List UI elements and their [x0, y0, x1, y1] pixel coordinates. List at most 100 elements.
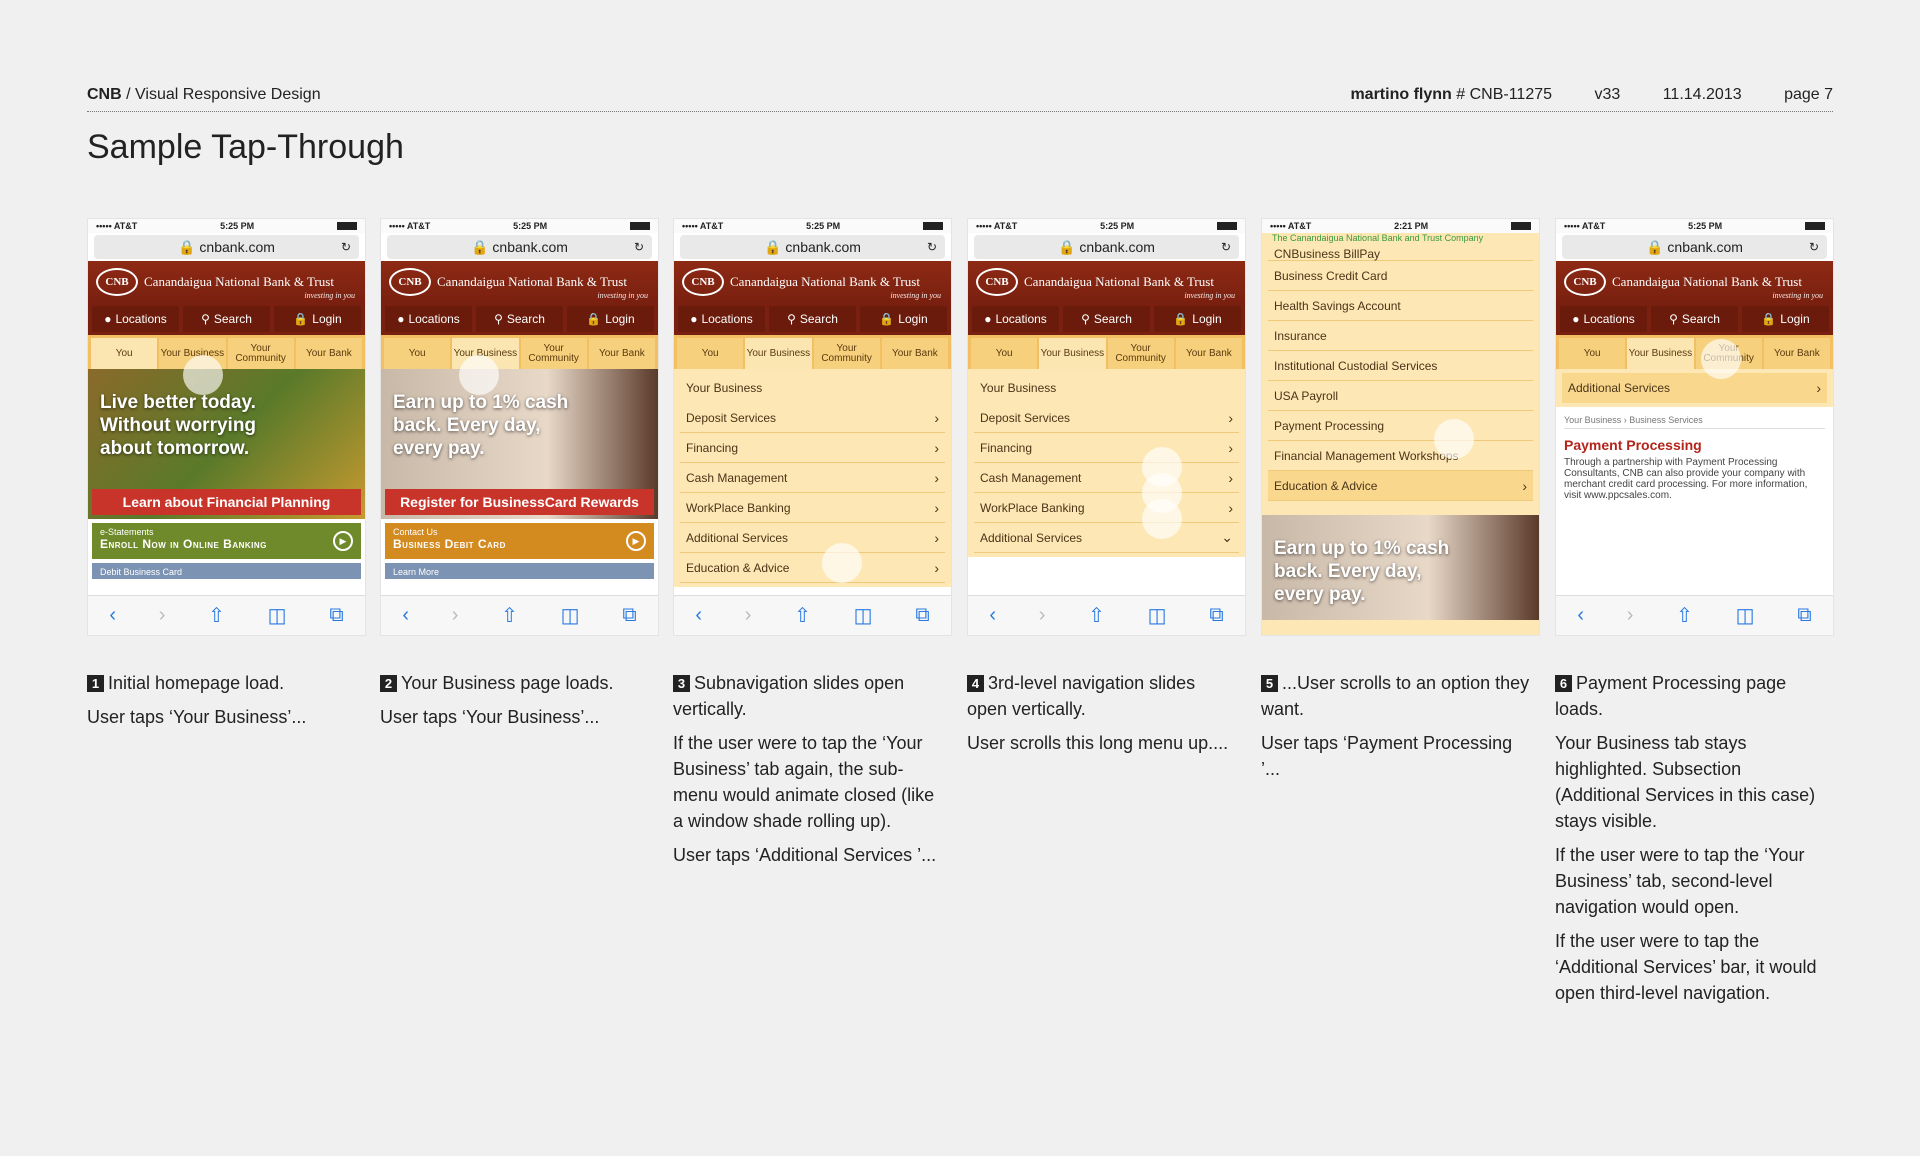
reload-icon[interactable]: ↻	[1809, 240, 1819, 254]
promo-bar-2[interactable]: Debit Business Card	[92, 563, 361, 579]
hero-cta-button[interactable]: Register for BusinessCard Rewards	[385, 489, 654, 515]
menu-item[interactable]: Cash Management ›	[974, 463, 1239, 493]
back-icon[interactable]: ‹	[695, 604, 702, 627]
reload-icon[interactable]: ↻	[341, 240, 351, 254]
tab-your-bank[interactable]: Your Bank	[1763, 338, 1830, 369]
address-bar[interactable]: 🔒 cnbank.com ↻	[387, 235, 652, 259]
back-icon[interactable]: ‹	[402, 604, 409, 627]
menu-item[interactable]: Deposit Services ›	[680, 403, 945, 433]
menu-item[interactable]: CNBusiness BillPay	[1268, 247, 1533, 261]
locations-button[interactable]: ● Locations	[92, 306, 179, 332]
menu-item[interactable]: USA Payroll	[1268, 381, 1533, 411]
login-button[interactable]: 🔒 Login	[1742, 306, 1829, 332]
promo-bar[interactable]: Contact Us Business Debit Card ▶	[385, 523, 654, 559]
tab-your-community[interactable]: Your Community	[813, 338, 880, 369]
reload-icon[interactable]: ↻	[634, 240, 644, 254]
tab-you[interactable]: You	[677, 338, 744, 369]
tab-your-bank[interactable]: Your Bank	[295, 338, 362, 369]
login-button[interactable]: 🔒 Login	[274, 306, 361, 332]
address-bar[interactable]: 🔒 cnbank.com ↻	[1562, 235, 1827, 259]
menu-item[interactable]: Health Savings Account	[1268, 291, 1533, 321]
promo-bar[interactable]: e-Statements Enroll Now in Online Banking…	[92, 523, 361, 559]
tab-you[interactable]: You	[971, 338, 1038, 369]
tab-your-bank[interactable]: Your Bank	[881, 338, 948, 369]
login-button[interactable]: 🔒 Login	[567, 306, 654, 332]
locations-button[interactable]: ● Locations	[1560, 306, 1647, 332]
tab-your-business[interactable]: Your Business	[745, 338, 812, 369]
search-button[interactable]: ⚲ Search	[1651, 306, 1738, 332]
tab-your-business[interactable]: Your Business	[1627, 338, 1694, 369]
tab-you[interactable]: You	[384, 338, 451, 369]
tabs-icon[interactable]: ⧉	[1797, 604, 1811, 627]
share-icon[interactable]: ⇧	[501, 603, 518, 628]
address-bar[interactable]: 🔒 cnbank.com ↻	[974, 235, 1239, 259]
locations-button[interactable]: ● Locations	[678, 306, 765, 332]
forward-icon[interactable]: ›	[745, 604, 752, 627]
hero-banner[interactable]: Live better today. Without worrying abou…	[88, 369, 365, 519]
bookmarks-icon[interactable]: ◫	[1148, 603, 1167, 628]
tabs-icon[interactable]: ⧉	[1209, 604, 1223, 627]
back-icon[interactable]: ‹	[1577, 604, 1584, 627]
locations-button[interactable]: ● Locations	[385, 306, 472, 332]
bookmarks-icon[interactable]: ◫	[1736, 603, 1755, 628]
search-button[interactable]: ⚲ Search	[476, 306, 563, 332]
search-button[interactable]: ⚲ Search	[183, 306, 270, 332]
login-button[interactable]: 🔒 Login	[860, 306, 947, 332]
menu-item[interactable]: WorkPlace Banking ›	[680, 493, 945, 523]
back-icon[interactable]: ‹	[989, 604, 996, 627]
hero-banner[interactable]: Earn up to 1% cash back. Every day, ever…	[1262, 515, 1539, 620]
menu-item[interactable]: Education & Advice ›	[680, 553, 945, 583]
bank-brand-bar[interactable]: CNB Canandaigua National Bank & Trust inve…	[1556, 261, 1833, 303]
menu-item[interactable]: Financial Management Workshops	[1268, 441, 1533, 471]
search-button[interactable]: ⚲ Search	[1063, 306, 1150, 332]
share-icon[interactable]: ⇧	[208, 603, 225, 628]
forward-icon[interactable]: ›	[159, 604, 166, 627]
tab-your-community[interactable]: Your Community	[1107, 338, 1174, 369]
reload-icon[interactable]: ↻	[927, 240, 937, 254]
address-bar[interactable]: 🔒 cnbank.com ↻	[94, 235, 359, 259]
reload-icon[interactable]: ↻	[1221, 240, 1231, 254]
login-button[interactable]: 🔒 Login	[1154, 306, 1241, 332]
subsection-bar[interactable]: Additional Services ›	[1556, 369, 1833, 407]
menu-item[interactable]: Additional Services ⌄	[974, 523, 1239, 553]
hero-cta-button[interactable]: Learn about Financial Planning	[92, 489, 361, 515]
menu-item[interactable]: Financing ›	[680, 433, 945, 463]
bank-brand-bar[interactable]: CNB Canandaigua National Bank & Trust inve…	[674, 261, 951, 303]
bank-brand-bar[interactable]: CNB Canandaigua National Bank & Trust inve…	[381, 261, 658, 303]
share-icon[interactable]: ⇧	[794, 603, 811, 628]
address-bar[interactable]: 🔒 cnbank.com ↻	[680, 235, 945, 259]
promo-bar-2[interactable]: Learn More	[385, 563, 654, 579]
menu-item[interactable]: Institutional Custodial Services	[1268, 351, 1533, 381]
forward-icon[interactable]: ›	[1627, 604, 1634, 627]
tab-your-community[interactable]: Your Community	[227, 338, 294, 369]
menu-item[interactable]: Cash Management ›	[680, 463, 945, 493]
tabs-icon[interactable]: ⧉	[915, 604, 929, 627]
menu-item[interactable]: Payment Processing	[1268, 411, 1533, 441]
hero-banner[interactable]: Earn up to 1% cash back. Every day, ever…	[381, 369, 658, 519]
tab-your-business[interactable]: Your Business	[1039, 338, 1106, 369]
bookmarks-icon[interactable]: ◫	[854, 603, 873, 628]
tabs-icon[interactable]: ⧉	[622, 604, 636, 627]
menu-item[interactable]: Financing ›	[974, 433, 1239, 463]
menu-item[interactable]: Additional Services ›	[680, 523, 945, 553]
tab-you[interactable]: You	[91, 338, 158, 369]
bank-brand-bar[interactable]: CNB Canandaigua National Bank & Trust inve…	[968, 261, 1245, 303]
tabs-icon[interactable]: ⧉	[329, 604, 343, 627]
bank-brand-bar[interactable]: CNB Canandaigua National Bank & Trust inve…	[88, 261, 365, 303]
menu-item[interactable]: Deposit Services ›	[974, 403, 1239, 433]
bookmarks-icon[interactable]: ◫	[268, 603, 287, 628]
tab-your-community[interactable]: Your Community	[520, 338, 587, 369]
tab-your-bank[interactable]: Your Bank	[1175, 338, 1242, 369]
tab-you[interactable]: You	[1559, 338, 1626, 369]
share-icon[interactable]: ⇧	[1088, 603, 1105, 628]
search-button[interactable]: ⚲ Search	[769, 306, 856, 332]
menu-item[interactable]: Education & Advice ›	[1268, 471, 1533, 501]
locations-button[interactable]: ● Locations	[972, 306, 1059, 332]
forward-icon[interactable]: ›	[452, 604, 459, 627]
menu-item[interactable]: WorkPlace Banking ›	[974, 493, 1239, 523]
back-icon[interactable]: ‹	[109, 604, 116, 627]
bookmarks-icon[interactable]: ◫	[561, 603, 580, 628]
menu-item[interactable]: Insurance	[1268, 321, 1533, 351]
menu-item[interactable]: Business Credit Card	[1268, 261, 1533, 291]
tab-your-bank[interactable]: Your Bank	[588, 338, 655, 369]
